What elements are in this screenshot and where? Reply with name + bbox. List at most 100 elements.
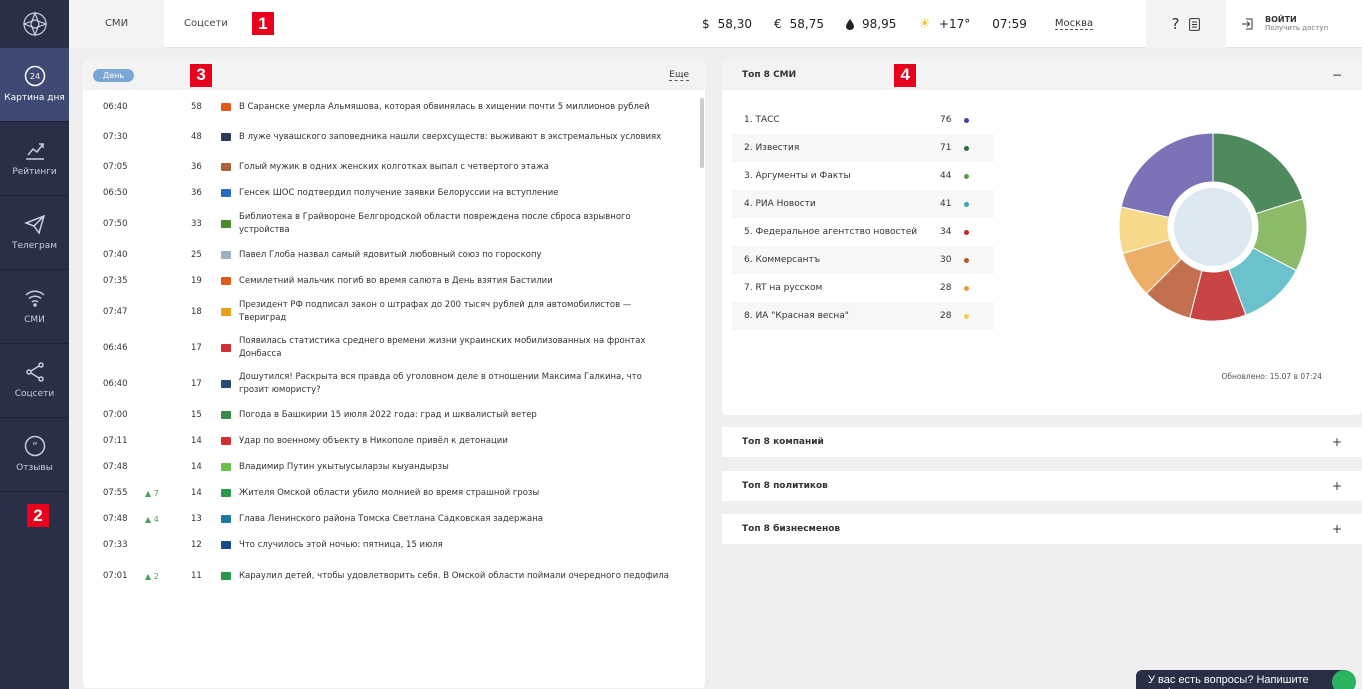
source-icon xyxy=(221,411,231,419)
news-count: 33 xyxy=(191,218,202,229)
help-group: ? xyxy=(1146,0,1226,48)
news-row[interactable]: 07:48 14 Владимир Путин укытыусыларзы кыуа… xyxy=(83,454,705,480)
news-row[interactable]: 07:30 48 В луже чувашского заповедника наш… xyxy=(83,120,705,154)
news-title[interactable]: Дошутился! Раскрыта вся правда об уголов… xyxy=(239,371,685,397)
eur-rate: €58,75 xyxy=(774,17,824,31)
news-title[interactable]: В Саранске умерла Альмяшова, которая обв… xyxy=(239,101,685,114)
expand-icon[interactable]: + xyxy=(1332,479,1342,493)
news-title[interactable]: Что случилось этой ночью: пятница, 15 ию… xyxy=(239,539,685,552)
sidebar-item-1[interactable]: Рейтинги xyxy=(0,122,69,196)
news-time: 07:55 xyxy=(103,487,128,498)
news-title[interactable]: Караулил детей, чтобы удовлетворить себя… xyxy=(239,570,685,583)
oil-rate: 98,95 xyxy=(846,17,896,31)
help-icon[interactable]: ? xyxy=(1172,15,1180,33)
sidebar-item-0[interactable]: 24 Картина дня xyxy=(0,48,69,122)
news-row[interactable]: 07:05 36 Голый мужик в одних женских колго… xyxy=(83,154,705,180)
tab-smi[interactable]: СМИ xyxy=(69,0,164,48)
news-title[interactable]: Владимир Путин укытыусыларзы кыуандырзы xyxy=(239,461,685,474)
news-title[interactable]: Генсек ШОС подтвердил получение заявки Б… xyxy=(239,187,685,200)
news-title[interactable]: Семилетний мальчик погиб во время салюта… xyxy=(239,275,685,288)
news-title[interactable]: Глава Ленинского района Томска Светлана … xyxy=(239,513,685,526)
tab-socials[interactable]: Соцсети xyxy=(164,0,248,48)
news-title[interactable]: Жителя Омской области убило молнией во в… xyxy=(239,487,685,500)
news-title[interactable]: Удар по военному объекту в Никополе прив… xyxy=(239,435,685,448)
ranking-row[interactable]: 3. Аргументы и Факты 44 xyxy=(732,162,994,190)
city-selector[interactable]: Москва xyxy=(1054,18,1094,30)
news-time: 07:05 xyxy=(103,161,128,172)
sidebar-item-label: Рейтинги xyxy=(12,167,57,177)
accordion-companies[interactable]: Топ 8 компаний + xyxy=(722,427,1362,457)
sidebar-item-4[interactable]: Соцсети xyxy=(0,344,69,418)
news-row[interactable]: 07:35 19 Семилетний мальчик погиб во время… xyxy=(83,268,705,294)
legend-dot xyxy=(964,145,969,151)
news-row[interactable]: 06:40 17 Дошутился! Раскрыта вся правда об… xyxy=(83,366,705,402)
source-icon xyxy=(221,380,231,388)
source-icon xyxy=(221,572,231,580)
news-count: 58 xyxy=(191,101,202,112)
news-count: 48 xyxy=(191,131,202,142)
ranking-value: 30 xyxy=(940,255,952,265)
news-row[interactable]: 07:11 14 Удар по военному объекту в Никопо… xyxy=(83,428,705,454)
news-time: 06:40 xyxy=(103,101,128,112)
sun-icon: ☀ xyxy=(918,16,931,32)
source-icon xyxy=(221,103,231,111)
news-count: 18 xyxy=(191,306,202,317)
source-icon xyxy=(221,277,231,285)
top-smi-panel: Топ 8 СМИ 4 − 1. ТАСС 76 2. Известия 71 3. А… xyxy=(722,60,1362,415)
ranking-row[interactable]: 1. ТАСС 76 xyxy=(732,106,994,134)
ranking-row[interactable]: 5. Федеральное агентство новостей 34 xyxy=(732,218,994,246)
share-icon xyxy=(25,362,44,382)
ranking-value: 44 xyxy=(940,171,952,181)
news-title[interactable]: Библиотека в Грайвороне Белгородской обл… xyxy=(239,211,685,237)
news-row[interactable]: 06:50 36 Генсек ШОС подтвердил получение з… xyxy=(83,180,705,206)
ranking-row[interactable]: 2. Известия 71 xyxy=(732,134,994,162)
news-title[interactable]: В луже чувашского заповедника нашли свер… xyxy=(239,131,685,144)
news-row[interactable]: 07:00 15 Погода в Башкирии 15 июля 2022 го… xyxy=(83,402,705,428)
news-title[interactable]: Президент РФ подписал закон о штрафах до… xyxy=(239,299,685,325)
news-row[interactable]: 06:40 58 В Саранске умерла Альмяшова, кото… xyxy=(83,94,705,120)
expand-icon[interactable]: + xyxy=(1332,435,1342,449)
news-row[interactable]: 06:46 17 Появилась статистика среднего вре… xyxy=(83,330,705,366)
collapse-icon[interactable]: − xyxy=(1332,68,1342,82)
news-row[interactable]: 07:48 ▲ 4 13 Глава Ленинского района Томска… xyxy=(83,506,705,532)
chat-icon[interactable] xyxy=(1332,670,1356,689)
ranking-row[interactable]: 6. Коммерсантъ 30 xyxy=(732,246,994,274)
news-title[interactable]: Появилась статистика среднего времени жи… xyxy=(239,335,685,361)
sidebar-item-3[interactable]: СМИ xyxy=(0,270,69,344)
news-time: 07:47 xyxy=(103,306,128,317)
document-icon[interactable] xyxy=(1189,17,1201,31)
accordion-politicians[interactable]: Топ 8 политиков + xyxy=(722,471,1362,501)
top-smi-header[interactable]: Топ 8 СМИ 4 − xyxy=(722,60,1362,90)
login-button[interactable]: ВОЙТИ Получить доступ xyxy=(1241,0,1328,48)
scrollbar[interactable] xyxy=(700,98,704,168)
ranking-row[interactable]: 7. RT на русском 28 xyxy=(732,274,994,302)
news-title[interactable]: Павел Глоба назвал самый ядовитый любовн… xyxy=(239,249,685,262)
donut-hole xyxy=(1174,188,1252,266)
news-row[interactable]: 07:01 ▲ 2 11 Караулил детей, чтобы удовлетв… xyxy=(83,558,705,594)
news-row[interactable]: 07:55 ▲ 7 14 Жителя Омской области убило мо… xyxy=(83,480,705,506)
news-title[interactable]: Голый мужик в одних женских колготках вы… xyxy=(239,161,685,174)
more-link[interactable]: Еще xyxy=(669,70,689,81)
ranking-value: 71 xyxy=(940,143,952,153)
news-row[interactable]: 07:47 18 Президент РФ подписал закон о штр… xyxy=(83,294,705,330)
news-trend: ▲ 4 xyxy=(145,514,159,524)
logo[interactable] xyxy=(0,0,69,48)
annotation-badge-1: 1 xyxy=(251,12,274,35)
period-pill[interactable]: День xyxy=(93,68,135,82)
news-title[interactable]: Погода в Башкирии 15 июля 2022 года: гра… xyxy=(239,409,685,422)
accordion-businessmen[interactable]: Топ 8 бизнесменов + xyxy=(722,514,1362,544)
expand-icon[interactable]: + xyxy=(1332,522,1342,536)
ranking-row[interactable]: 8. ИА "Красная весна" 28 xyxy=(732,302,994,330)
ranking-row[interactable]: 4. РИА Новости 41 xyxy=(732,190,994,218)
oil-drop-icon xyxy=(846,18,854,30)
news-row[interactable]: 07:50 33 Библиотека в Грайвороне Белгородс… xyxy=(83,206,705,242)
sidebar-item-label: Отзывы xyxy=(16,463,53,473)
news-count: 14 xyxy=(191,461,202,472)
news-row[interactable]: 07:40 25 Павел Глоба назвал самый ядовитый… xyxy=(83,242,705,268)
news-row[interactable]: 07:33 12 Что случилось этой ночью: пятница… xyxy=(83,532,705,558)
clock: 07:59 xyxy=(992,17,1027,31)
sidebar-item-5[interactable]: “ Отзывы xyxy=(0,418,69,492)
sidebar-item-2[interactable]: Телеграм xyxy=(0,196,69,270)
chat-widget[interactable]: У вас есть вопросы? Напишите нам! xyxy=(1136,670,1346,689)
legend-dot xyxy=(964,285,969,291)
